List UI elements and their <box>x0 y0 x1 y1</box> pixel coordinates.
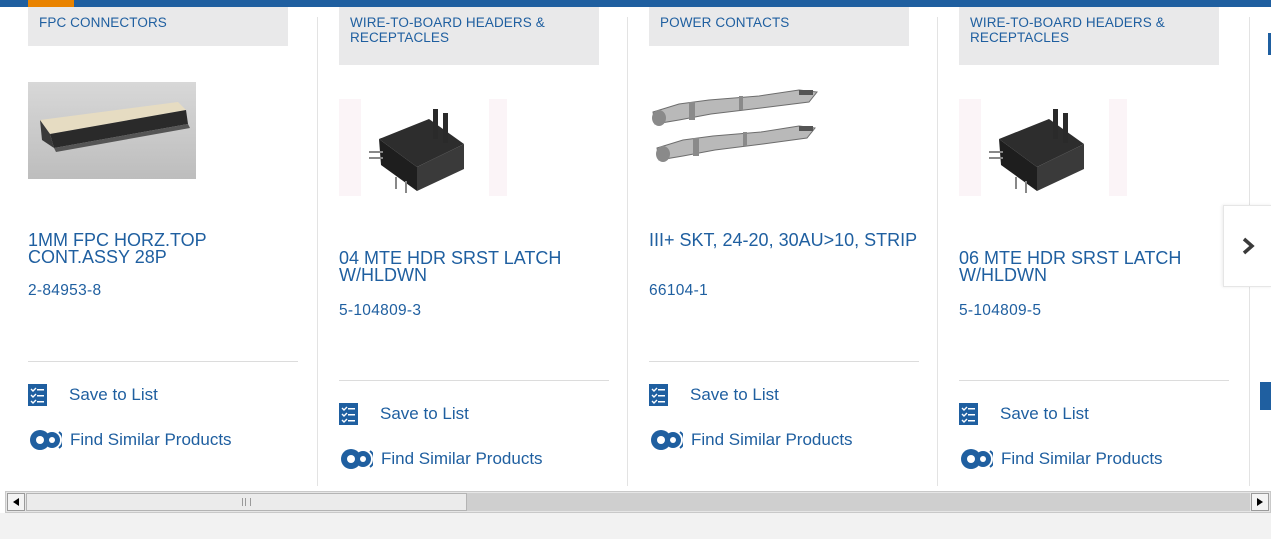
find-similar-label: Find Similar Products <box>381 449 543 468</box>
product-card: FPC CONNECTORS 1MM FPC HORZ.TOP CONT.ASS… <box>28 7 298 486</box>
part-number[interactable]: 66104-1 <box>649 282 708 300</box>
find-similar-button[interactable]: Find Similar Products <box>649 428 853 452</box>
product-title[interactable]: 04 MTE HDR SRST LATCH W/HLDWN <box>339 249 609 284</box>
divider <box>339 380 609 381</box>
card-separator <box>317 17 318 486</box>
product-title[interactable]: 1MM FPC HORZ.TOP CONT.ASSY 28P <box>28 231 298 266</box>
checklist-icon <box>959 403 978 425</box>
triangle-right-icon <box>1257 498 1263 506</box>
bottom-area <box>0 513 1271 539</box>
scroll-right-button[interactable] <box>1251 493 1269 511</box>
divider <box>28 361 298 362</box>
part-number[interactable]: 2-84953-8 <box>28 282 101 300</box>
category-label[interactable]: WIRE-TO-BOARD HEADERS & RECEPTACLES <box>339 7 599 65</box>
save-to-list-label: Save to List <box>380 404 469 423</box>
find-similar-button[interactable]: Find Similar Products <box>959 447 1163 471</box>
save-to-list-label: Save to List <box>690 385 779 404</box>
gears-icon <box>961 449 993 469</box>
category-label[interactable]: FPC CONNECTORS <box>28 7 288 46</box>
checklist-icon <box>28 384 47 406</box>
find-similar-label: Find Similar Products <box>691 430 853 449</box>
gears-icon <box>341 449 373 469</box>
product-carousel: FPC CONNECTORS 1MM FPC HORZ.TOP CONT.ASS… <box>0 7 1271 486</box>
chevron-right-icon <box>1242 237 1255 255</box>
grip-icon <box>242 498 251 506</box>
scrollbar-track[interactable] <box>26 493 1250 511</box>
top-bar-accent <box>28 0 74 7</box>
scrollbar-thumb[interactable] <box>26 493 467 511</box>
divider <box>649 361 919 362</box>
card-separator <box>627 17 628 486</box>
save-to-list-label: Save to List <box>1000 404 1089 423</box>
save-to-list-button[interactable]: Save to List <box>339 402 469 426</box>
product-card: WIRE-TO-BOARD HEADERS & RECEPTACLES 04 M… <box>339 7 609 486</box>
checklist-icon <box>339 403 358 425</box>
save-to-list-label: Save to List <box>69 385 158 404</box>
product-card: WIRE-TO-BOARD HEADERS & RECEPTACLES 06 M… <box>959 7 1229 486</box>
product-image[interactable] <box>28 82 196 179</box>
card-separator <box>937 17 938 486</box>
category-label[interactable]: WIRE-TO-BOARD HEADERS & RECEPTACLES <box>959 7 1219 65</box>
save-to-list-button[interactable]: Save to List <box>28 383 158 407</box>
top-bar <box>0 0 1271 7</box>
carousel-next-button[interactable] <box>1223 205 1271 287</box>
product-image[interactable] <box>339 99 507 196</box>
scroll-left-button[interactable] <box>7 493 25 511</box>
triangle-left-icon <box>13 498 19 506</box>
find-similar-label: Find Similar Products <box>70 430 232 449</box>
find-similar-button[interactable]: Find Similar Products <box>339 447 543 471</box>
product-title[interactable]: 06 MTE HDR SRST LATCH W/HLDWN <box>959 249 1229 284</box>
product-card: POWER CONTACTS III+ SKT, 24-20, 30AU>10,… <box>649 7 919 486</box>
horizontal-scrollbar[interactable] <box>5 491 1271 513</box>
find-similar-label: Find Similar Products <box>1001 449 1163 468</box>
part-number[interactable]: 5-104809-5 <box>959 302 1041 320</box>
divider <box>959 380 1229 381</box>
product-image[interactable] <box>649 82 819 179</box>
product-image[interactable] <box>959 99 1127 196</box>
save-to-list-button[interactable]: Save to List <box>959 402 1089 426</box>
part-number[interactable]: 5-104809-3 <box>339 302 421 320</box>
gears-icon <box>651 430 683 450</box>
save-to-list-button[interactable]: Save to List <box>649 383 779 407</box>
gears-icon <box>30 430 62 450</box>
find-similar-button[interactable]: Find Similar Products <box>28 428 232 452</box>
category-label[interactable]: POWER CONTACTS <box>649 7 909 46</box>
product-title[interactable]: III+ SKT, 24-20, 30AU>10, STRIP <box>649 231 919 249</box>
checklist-icon <box>649 384 668 406</box>
